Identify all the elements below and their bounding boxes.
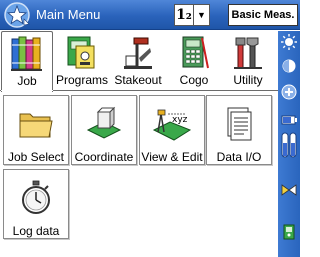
contrast-icon[interactable] (280, 57, 298, 75)
right-toolbar (278, 31, 300, 257)
programs-icon (64, 34, 100, 72)
battery-icon (280, 111, 298, 129)
title-bar: Main Menu 1₂ ▼ Basic Meas. (0, 0, 300, 30)
svg-text:xyz: xyz (172, 115, 188, 125)
tab-cogo-label: Cogo (179, 73, 209, 87)
tab-utility-label: Utility (233, 73, 263, 87)
stopwatch-icon (16, 178, 56, 218)
job-select-button[interactable]: Job Select (3, 95, 69, 165)
view-edit-button[interactable]: xyz View & Edit (139, 95, 205, 165)
tab-stakeout-label: Stakeout (114, 73, 162, 87)
tab-programs[interactable]: Programs (56, 31, 108, 91)
tab-job-label: Job (17, 74, 37, 88)
coordinate-icon (84, 104, 124, 144)
plus-icon[interactable] (280, 83, 298, 101)
data-io-button[interactable]: Data I/O (206, 95, 272, 165)
books-icon (9, 35, 45, 73)
window-title: Main Menu (36, 7, 101, 22)
calculator-icon (176, 34, 212, 72)
data-io-icon (219, 104, 259, 144)
view-edit-label: View & Edit (141, 150, 203, 164)
tab-job[interactable]: Job (1, 31, 53, 92)
coordinate-label: Coordinate (74, 150, 134, 164)
compass-icon[interactable] (280, 181, 298, 199)
basic-meas-button[interactable]: Basic Meas. (228, 4, 298, 26)
brightness-icon[interactable] (280, 33, 298, 51)
start-icon[interactable] (2, 2, 32, 28)
stakeout-icon (120, 34, 156, 72)
tab-programs-label: Programs (56, 73, 109, 87)
job-select-label: Job Select (7, 150, 65, 164)
tab-strip: Job Programs Stakeout Cogo Utility (0, 31, 278, 92)
tools-icon (230, 34, 266, 72)
battery-double-icon (280, 131, 298, 159)
unit-selector[interactable]: 1₂ (174, 4, 194, 26)
tab-cogo[interactable]: Cogo (168, 31, 220, 91)
tab-utility[interactable]: Utility (222, 31, 274, 91)
log-data-button[interactable]: Log data (3, 169, 69, 239)
data-io-label: Data I/O (216, 150, 262, 164)
coordinate-button[interactable]: Coordinate (71, 95, 137, 165)
tab-stakeout[interactable]: Stakeout (112, 31, 164, 91)
log-data-label: Log data (12, 224, 60, 238)
view-edit-icon: xyz (152, 104, 192, 144)
folder-icon (16, 104, 56, 144)
device-icon[interactable] (280, 223, 298, 241)
job-menu-grid: Job Select Coordinate xyz View & Edit Da… (0, 92, 278, 257)
chevron-down-icon[interactable]: ▼ (194, 4, 210, 26)
